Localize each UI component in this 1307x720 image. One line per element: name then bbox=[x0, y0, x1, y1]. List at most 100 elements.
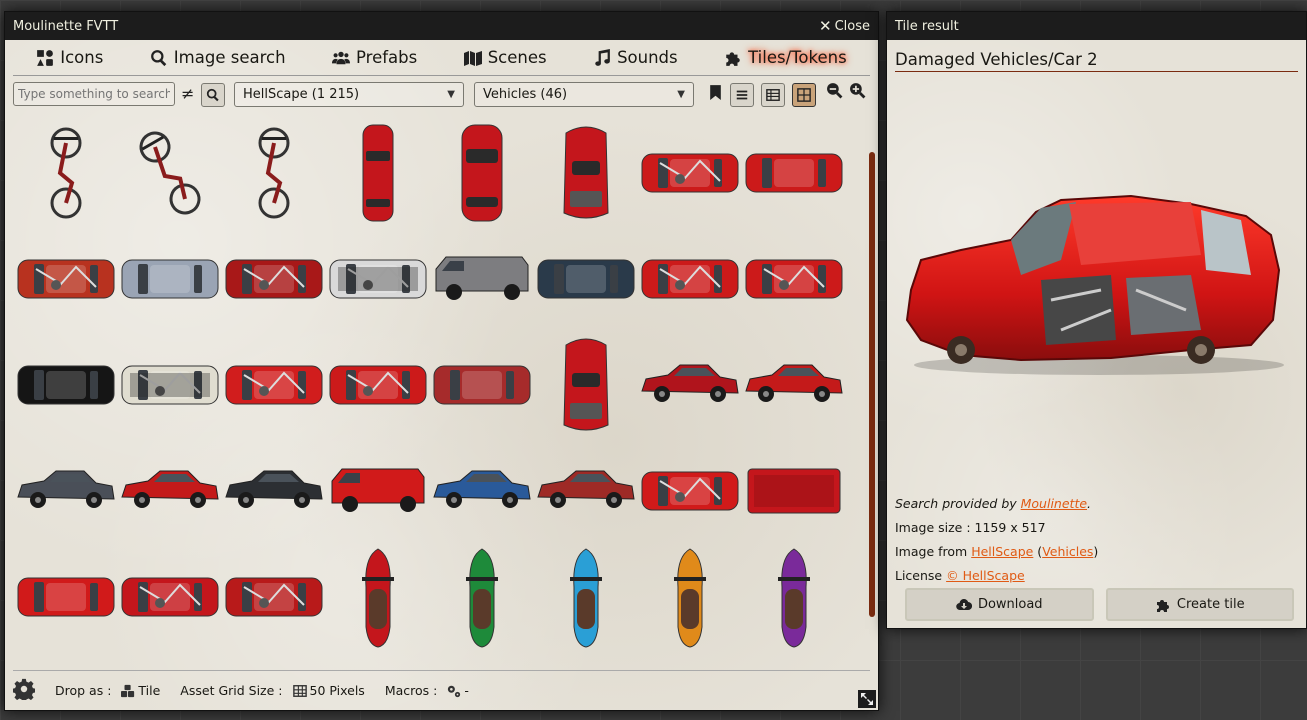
table-icon bbox=[766, 89, 780, 101]
asset-thumbnail[interactable] bbox=[16, 441, 116, 541]
asset-thumbnail[interactable] bbox=[328, 653, 428, 668]
asset-thumbnail[interactable] bbox=[744, 547, 844, 648]
asset-thumbnail[interactable] bbox=[432, 123, 532, 223]
asset-thumbnail[interactable] bbox=[432, 335, 532, 435]
tab-scenes[interactable]: Scenes bbox=[463, 48, 547, 67]
close-button[interactable]: ✕ Close bbox=[819, 17, 870, 35]
asset-thumbnail[interactable] bbox=[744, 441, 844, 541]
asset-thumbnail[interactable] bbox=[120, 229, 220, 329]
asset-thumbnail[interactable] bbox=[328, 123, 428, 223]
asset-thumbnail[interactable] bbox=[432, 229, 532, 329]
tile-preview-image bbox=[905, 194, 1284, 375]
asset-thumbnail[interactable] bbox=[536, 123, 636, 223]
asset-thumbnail[interactable] bbox=[640, 547, 740, 648]
window-header[interactable]: Moulinette FVTT ✕ Close bbox=[5, 12, 878, 40]
asset-thumbnail[interactable] bbox=[328, 547, 428, 648]
asset-thumbnail[interactable] bbox=[432, 547, 532, 648]
moulinette-link[interactable]: Moulinette bbox=[1021, 496, 1087, 511]
create-tile-label: Create tile bbox=[1176, 597, 1245, 612]
asset-thumbnail[interactable] bbox=[328, 335, 428, 435]
asset-thumbnail[interactable] bbox=[120, 441, 220, 541]
asset-thumbnail[interactable] bbox=[120, 547, 220, 647]
asset-thumbnail[interactable] bbox=[744, 335, 844, 435]
category-select[interactable]: Vehicles (46) ▼ bbox=[474, 82, 694, 107]
asset-thumbnail[interactable] bbox=[536, 547, 636, 648]
not-equal-toggle[interactable]: ≠ bbox=[181, 84, 194, 103]
pack-select-value: HellScape (1 215) bbox=[243, 87, 360, 102]
drop-as-setting[interactable]: Drop as : Tile bbox=[55, 683, 160, 698]
grid-icon bbox=[797, 88, 811, 102]
grid-view-button[interactable] bbox=[792, 83, 816, 107]
search-input[interactable] bbox=[13, 82, 175, 106]
asset-thumbnail[interactable] bbox=[16, 229, 116, 329]
vehicle-image bbox=[537, 259, 635, 299]
asset-thumbnail[interactable] bbox=[224, 547, 324, 647]
table-view-button[interactable] bbox=[761, 83, 785, 107]
resize-handle[interactable] bbox=[858, 690, 876, 708]
asset-thumbnail[interactable] bbox=[224, 441, 324, 541]
create-tile-button[interactable]: Create tile bbox=[1105, 588, 1294, 621]
vehicle-image bbox=[641, 364, 739, 402]
macros-setting[interactable]: Macros : - bbox=[385, 683, 469, 698]
asset-thumbnail[interactable] bbox=[224, 653, 324, 668]
tab-icons[interactable]: Icons bbox=[36, 48, 103, 67]
asset-thumbnail[interactable] bbox=[16, 123, 116, 223]
scrollbar-thumb[interactable] bbox=[869, 152, 875, 617]
vehicle-image bbox=[224, 653, 324, 668]
list-view-button[interactable] bbox=[730, 83, 754, 107]
asset-thumbnail[interactable] bbox=[16, 653, 116, 668]
asset-title: Damaged Vehicles/Car 2 bbox=[895, 50, 1298, 72]
search-button[interactable] bbox=[201, 83, 225, 107]
asset-thumbnail[interactable] bbox=[640, 335, 740, 435]
asset-thumbnail[interactable] bbox=[224, 123, 324, 223]
vehicle-image bbox=[674, 548, 706, 648]
close-label: Close bbox=[834, 18, 870, 34]
window-header[interactable]: Tile result bbox=[887, 12, 1306, 40]
asset-thumbnail[interactable] bbox=[224, 335, 324, 435]
license-link[interactable]: © HellScape bbox=[946, 568, 1025, 583]
tab-prefabs[interactable]: Prefabs bbox=[332, 48, 417, 67]
grid-size-setting[interactable]: Asset Grid Size : 50 Pixels bbox=[180, 683, 365, 698]
asset-thumbnail[interactable] bbox=[328, 229, 428, 329]
search-provided-prefix: Search provided by bbox=[895, 496, 1021, 511]
vehicle-image bbox=[745, 259, 843, 299]
asset-thumbnail[interactable] bbox=[432, 441, 532, 541]
asset-thumbnail[interactable] bbox=[536, 335, 636, 435]
vehicle-image bbox=[466, 548, 498, 648]
asset-thumbnail[interactable] bbox=[640, 229, 740, 329]
asset-thumbnail[interactable] bbox=[224, 229, 324, 329]
asset-thumbnail[interactable] bbox=[120, 653, 220, 668]
tile-info: Search provided by Moulinette. Image siz… bbox=[895, 492, 1098, 588]
vehicle-image bbox=[745, 364, 843, 402]
zoom-out-button[interactable] bbox=[826, 82, 843, 103]
bookmark-icon bbox=[710, 85, 721, 100]
asset-thumbnail[interactable] bbox=[744, 123, 844, 223]
download-button[interactable]: Download bbox=[905, 588, 1094, 621]
asset-thumbnail[interactable] bbox=[536, 229, 636, 329]
asset-thumbnail[interactable] bbox=[744, 229, 844, 329]
cloud-download-icon bbox=[956, 598, 972, 610]
asset-thumbnail[interactable] bbox=[120, 335, 220, 435]
category-link[interactable]: Vehicles bbox=[1042, 544, 1093, 559]
asset-thumbnail[interactable] bbox=[328, 441, 428, 541]
asset-thumbnail[interactable] bbox=[640, 441, 740, 541]
bookmark-button[interactable] bbox=[707, 84, 724, 105]
tab-sounds[interactable]: Sounds bbox=[593, 48, 678, 67]
asset-thumbnail[interactable] bbox=[536, 441, 636, 541]
vehicle-image bbox=[328, 653, 428, 668]
vehicle-image bbox=[435, 256, 529, 300]
image-size-label: Image size : bbox=[895, 520, 975, 535]
vehicle-image bbox=[433, 365, 531, 405]
scrollbar[interactable] bbox=[869, 122, 875, 668]
tab-tiles-tokens[interactable]: Tiles/Tokens bbox=[724, 48, 847, 67]
users-icon bbox=[332, 51, 350, 64]
asset-thumbnail[interactable] bbox=[16, 335, 116, 435]
settings-button[interactable] bbox=[12, 678, 36, 703]
asset-thumbnail[interactable] bbox=[16, 547, 116, 647]
pack-select[interactable]: HellScape (1 215) ▼ bbox=[234, 82, 464, 107]
pack-link[interactable]: HellScape bbox=[971, 544, 1033, 559]
asset-thumbnail[interactable] bbox=[120, 123, 220, 223]
asset-thumbnail[interactable] bbox=[640, 123, 740, 223]
zoom-in-button[interactable] bbox=[849, 82, 866, 103]
tab-image-search[interactable]: Image search bbox=[150, 48, 286, 67]
